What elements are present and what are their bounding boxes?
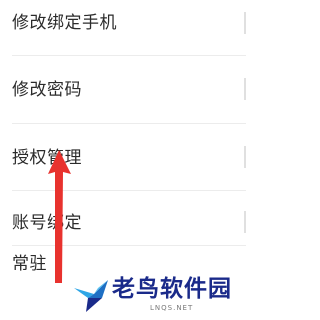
settings-item-label: 授权管理	[12, 148, 82, 168]
watermark-name: 老鸟软件园	[112, 276, 232, 302]
chevron-right-icon	[238, 78, 246, 100]
settings-item-label: 修改绑定手机	[12, 13, 117, 33]
settings-item-label: 账号绑定	[12, 213, 82, 233]
chevron-right-icon	[238, 12, 246, 34]
bird-logo-icon	[74, 280, 108, 312]
watermark-domain: LNQS.NET	[150, 304, 194, 312]
settings-item-label: 修改密码	[12, 80, 82, 100]
settings-item-authorization[interactable]: 授权管理	[0, 124, 246, 190]
chevron-right-icon	[238, 146, 246, 168]
watermark: 老鸟软件园 LNQS.NET	[72, 268, 246, 320]
settings-item-label: 常驻	[12, 254, 47, 274]
chevron-right-icon	[238, 211, 246, 233]
settings-item-change-password[interactable]: 修改密码	[0, 56, 246, 122]
